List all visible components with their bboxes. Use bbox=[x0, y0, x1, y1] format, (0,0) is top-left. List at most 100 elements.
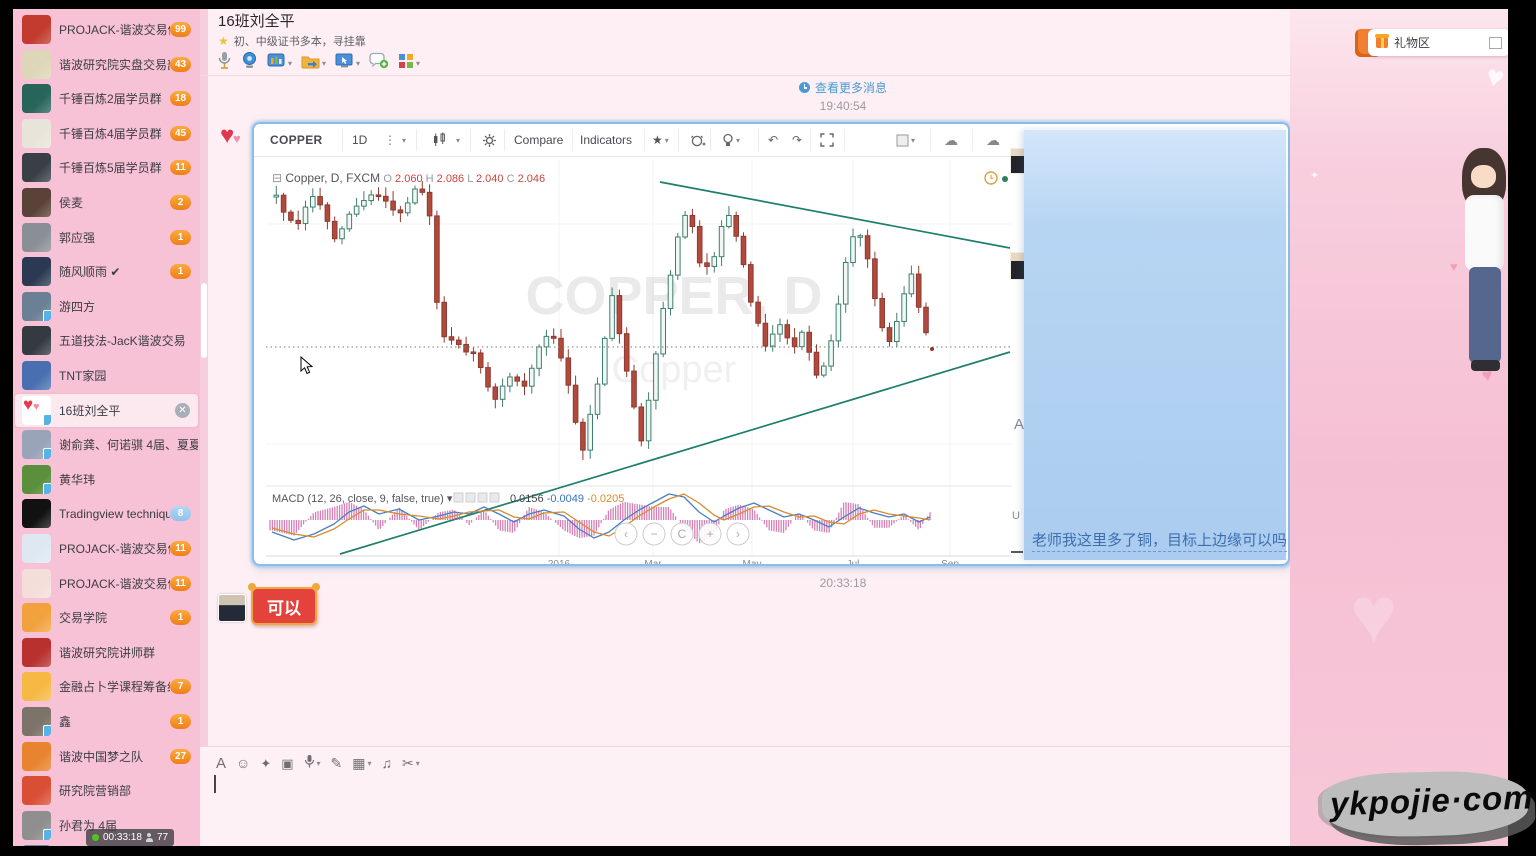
cloud-load-icon[interactable]: ☁↓ bbox=[944, 124, 962, 156]
sidebar-scrollbar-thumb[interactable] bbox=[201, 283, 207, 358]
chevron-down-icon[interactable]: ▾ bbox=[400, 124, 406, 156]
image-button[interactable]: ▦▾ bbox=[352, 755, 371, 772]
qq-chat-window: PROJACK-谐波交易体验2群99谐波研究院实盘交易部43千锤百炼2届学员群1… bbox=[13, 9, 1508, 846]
gift-area: 礼物区 bbox=[1352, 27, 1508, 61]
voice-button[interactable]: ▾ bbox=[304, 754, 321, 772]
dash-mark bbox=[1011, 551, 1023, 553]
chat-list-item-label: 鑫 bbox=[59, 713, 170, 730]
chat-list-item[interactable]: 随风顺雨 ✔1 bbox=[15, 255, 198, 288]
avatar bbox=[22, 845, 51, 846]
chat-list-item[interactable]: 黄华玮 bbox=[15, 463, 198, 496]
redo-icon[interactable]: ↷ bbox=[792, 124, 802, 156]
symbol-button[interactable]: COPPER bbox=[270, 124, 322, 156]
svg-text:›: › bbox=[736, 527, 740, 541]
file-send-button[interactable]: ▾ bbox=[301, 53, 326, 74]
chat-list-item[interactable]: PROJACK-谐波交易体验1群11 bbox=[15, 567, 198, 600]
settings-gear-icon[interactable] bbox=[482, 124, 497, 156]
heart-icon: ♥ bbox=[233, 131, 241, 146]
chat-list-item[interactable]: PROJACK-谐波交易体验2群99 bbox=[15, 13, 198, 46]
chat-list-item[interactable]: 五道技法-JacK谐波交易 bbox=[15, 324, 198, 357]
compare-button[interactable]: Compare bbox=[514, 124, 563, 156]
wallpaper-panel: ♥ ♥ ♥ ♥ ✦ ♥ bbox=[1290, 9, 1508, 846]
music-button[interactable]: ♫ bbox=[382, 755, 393, 771]
clip-button[interactable]: ✂▾ bbox=[402, 755, 420, 772]
mic-button[interactable] bbox=[216, 51, 232, 76]
layout-select-icon[interactable]: ▾ bbox=[896, 124, 915, 156]
avatar bbox=[22, 569, 51, 598]
chevron-down-icon: ▾ bbox=[317, 759, 321, 768]
chat-list-item[interactable]: 谐波研究院讲师群 bbox=[15, 636, 198, 669]
gift-checkbox[interactable] bbox=[1489, 37, 1502, 49]
interval-button[interactable]: 1D bbox=[352, 124, 367, 156]
avatar bbox=[22, 188, 51, 217]
load-more-messages-link[interactable]: 查看更多消息 bbox=[673, 79, 1013, 96]
font-button[interactable]: A bbox=[216, 755, 226, 772]
close-icon[interactable]: ✕ bbox=[175, 403, 190, 418]
mobile-online-icon bbox=[43, 829, 51, 840]
chevron-down-icon: ▾ bbox=[416, 759, 420, 768]
chat-list-item[interactable]: 郭应强1 bbox=[15, 221, 198, 254]
svg-text:⊟ Copper, D, FXCM O 2.060 H 2: ⊟ Copper, D, FXCM O 2.060 H 2.086 L 2.04… bbox=[272, 171, 545, 185]
avatar bbox=[22, 153, 51, 182]
toolbar-separator bbox=[972, 129, 973, 151]
edit-icon: ✎ bbox=[331, 755, 343, 772]
chat-list-item-label: 谢俞龚、何诺骐 4届、夏夏、3班 bbox=[59, 436, 198, 453]
mic-icon bbox=[216, 51, 232, 76]
chat-list-item[interactable]: 谐波研究院实盘交易部43 bbox=[15, 48, 198, 81]
unread-badge: 1 bbox=[170, 610, 191, 625]
chat-list-item[interactable]: 游四方 bbox=[15, 290, 198, 323]
composer-toolbar: A ☺ ✦ ▣ ▾ ✎ ▦▾ ♫ ✂▾ bbox=[216, 754, 430, 772]
chat-list-item[interactable]: 千锤百炼4届学员群45 bbox=[15, 117, 198, 150]
sender-avatar-hearts[interactable]: ♥ ♥ bbox=[220, 122, 248, 148]
fullscreen-icon[interactable] bbox=[820, 124, 834, 156]
chat-list-item[interactable]: 金融占卜学课程筹备组7 bbox=[15, 670, 198, 703]
avatar bbox=[22, 257, 51, 286]
undo-icon[interactable]: ↶ bbox=[768, 124, 778, 156]
avatar bbox=[22, 15, 51, 44]
chat-list-item-label: 16班刘全平 bbox=[59, 402, 175, 419]
chat-list-item[interactable]: 千锤百炼2届学员群18 bbox=[15, 82, 198, 115]
ideas-bulb-icon[interactable]: ▾ bbox=[722, 124, 740, 156]
indicators-button[interactable]: Indicators bbox=[580, 124, 632, 156]
chat-list-item[interactable]: 交易学院1 bbox=[15, 601, 198, 634]
apps-button[interactable]: ▾ bbox=[398, 53, 420, 74]
emoji-button[interactable]: ☺ bbox=[236, 755, 250, 771]
nudge-button[interactable]: ▣ bbox=[281, 755, 293, 772]
gift-area-pill[interactable]: 礼物区 bbox=[1368, 29, 1508, 56]
avatar bbox=[22, 672, 51, 701]
sidebar-scrollbar[interactable] bbox=[200, 9, 208, 846]
chat-list-item[interactable]: PROJACK-谐波交易体验7群11 bbox=[15, 532, 198, 565]
chat-list-item[interactable]: 鑫1 bbox=[15, 705, 198, 738]
chat-list-item[interactable]: Tradingview technique analysis8 bbox=[15, 497, 198, 530]
chat-list-item-label: 侯麦 bbox=[59, 194, 170, 211]
toolbar-separator bbox=[810, 129, 811, 151]
chat-list-item[interactable]: 研究院营销部 bbox=[15, 774, 198, 807]
chat-subtitle-row: ★ 初、中级证书多本，寻挂靠 bbox=[218, 33, 366, 49]
candle-style-icon[interactable] bbox=[432, 124, 447, 156]
chevron-down-icon[interactable]: ▾ bbox=[454, 124, 460, 156]
alert-add-icon[interactable] bbox=[690, 124, 706, 156]
wand-button[interactable]: ✦ bbox=[260, 755, 271, 772]
edit-button[interactable]: ✎ bbox=[331, 755, 343, 772]
avatar bbox=[22, 223, 51, 252]
timestamp: 19:40:54 bbox=[743, 99, 943, 113]
webcam-button[interactable] bbox=[241, 51, 258, 75]
toolbar-separator bbox=[644, 129, 645, 151]
cloud-save-icon[interactable]: ☁↑ bbox=[986, 124, 1004, 156]
chat-list-item[interactable]: 千锤百炼5届学员群11 bbox=[15, 151, 198, 184]
chat-list-item[interactable]: 谢俞龚、何诺骐 4届、夏夏、3班 bbox=[15, 428, 198, 461]
svg-text:May: May bbox=[743, 559, 762, 564]
chat-list-item[interactable]: TNT家园 bbox=[15, 359, 198, 392]
chat-list-item[interactable]: ♥♥16班刘全平✕ bbox=[15, 394, 198, 427]
screen-share-button[interactable]: ▾ bbox=[335, 52, 360, 74]
avatar bbox=[1010, 252, 1025, 280]
message-add-button[interactable] bbox=[369, 52, 389, 74]
chart-image-message[interactable]: COPPER, DCopper⊟ Copper, D, FXCM O 2.060… bbox=[252, 122, 1290, 566]
media-button[interactable]: ▾ bbox=[267, 52, 292, 74]
favorites-star-icon[interactable]: ★▾ bbox=[652, 124, 669, 156]
chat-list-item[interactable]: 谐波中国梦之队27 bbox=[15, 740, 198, 773]
interval-menu-icon[interactable]: ⋮ bbox=[384, 124, 396, 156]
nudge-icon: ▣ bbox=[281, 755, 293, 772]
chat-list-item[interactable]: 侯麦2 bbox=[15, 186, 198, 219]
teacher-avatar[interactable] bbox=[218, 594, 246, 622]
